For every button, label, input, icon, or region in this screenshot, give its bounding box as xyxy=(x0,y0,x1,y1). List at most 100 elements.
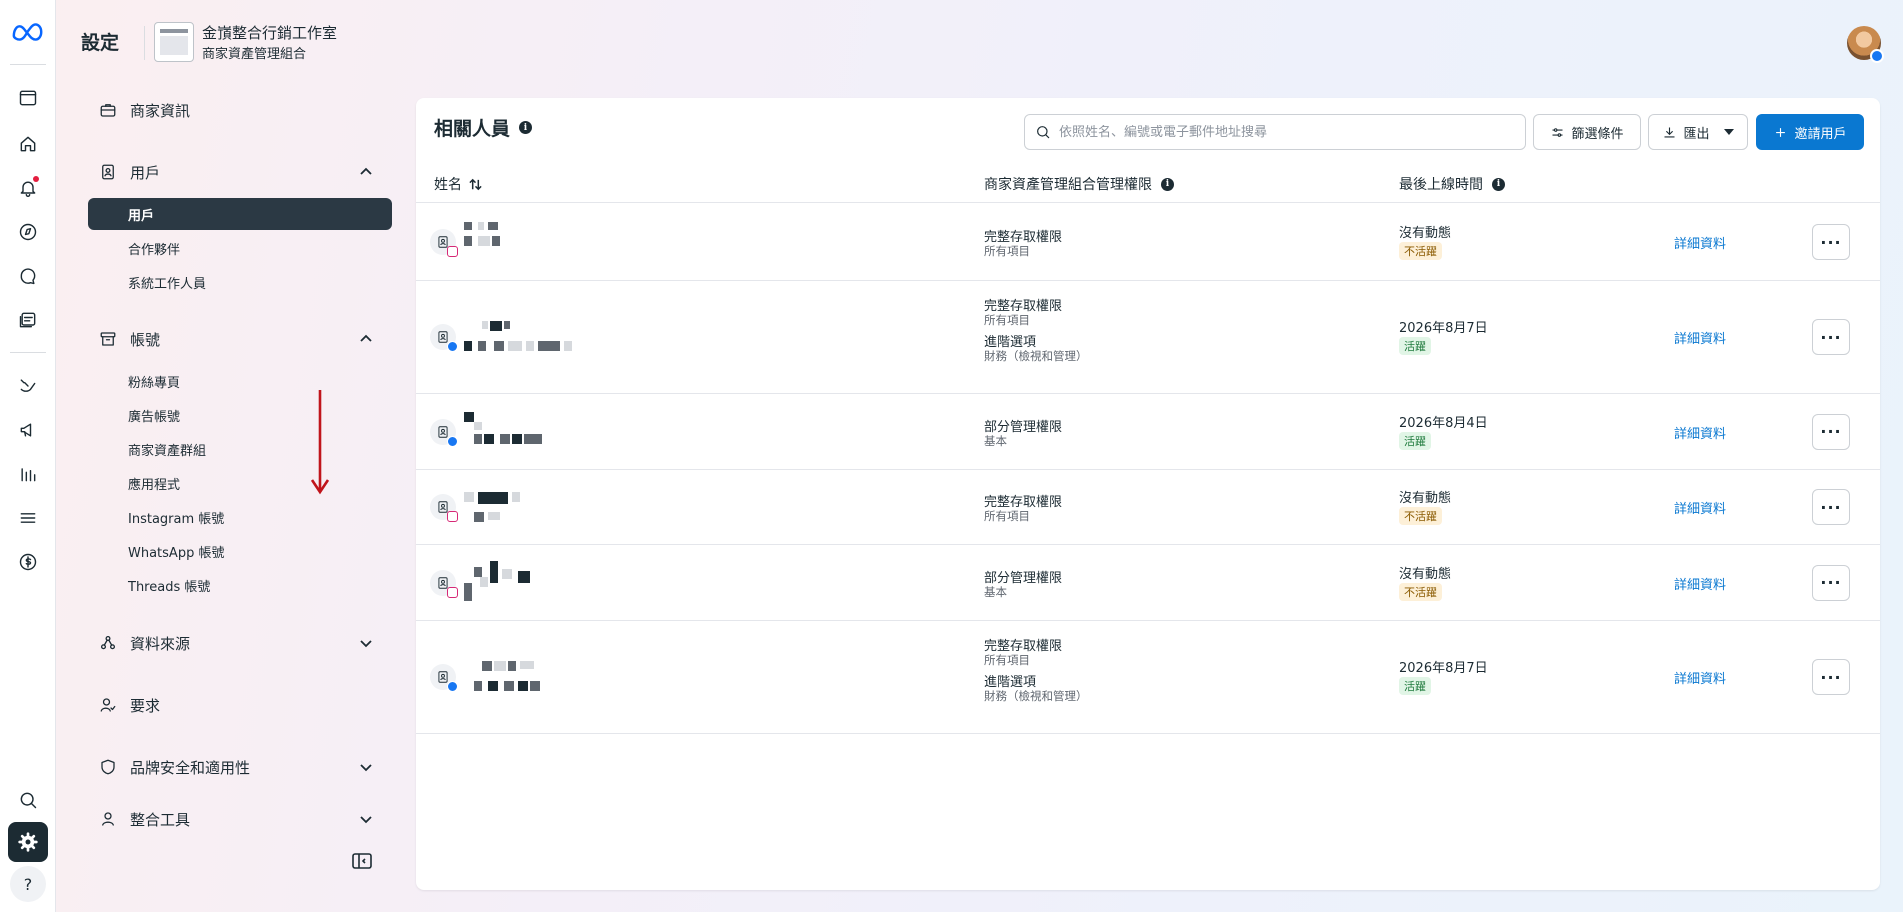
table-row[interactable]: 部分管理權限 基本 沒有動態 不活躍 詳細資料 ··· xyxy=(416,545,1880,621)
pixelated-name xyxy=(518,681,528,691)
sidebar-item-instagram[interactable]: Instagram 帳號 xyxy=(88,501,392,533)
pixelated-name xyxy=(484,434,494,444)
sidebar-item-business-info[interactable]: 商家資訊 xyxy=(88,90,392,130)
pixelated-name xyxy=(502,569,512,579)
user-avatar xyxy=(430,324,458,352)
search-icon xyxy=(1037,126,1050,139)
view-details-link[interactable]: 詳細資料 xyxy=(1674,574,1726,593)
view-details-link[interactable]: 詳細資料 xyxy=(1674,423,1726,442)
panel-title: 相關人員 i xyxy=(434,114,533,141)
sidebar-section-users[interactable]: 用戶 xyxy=(88,152,392,192)
more-options-button[interactable]: ··· xyxy=(1812,319,1850,355)
sidebar-item-asset-groups[interactable]: 商家資產群組 xyxy=(88,433,392,465)
user-avatar xyxy=(430,664,458,692)
view-details-link[interactable]: 詳細資料 xyxy=(1674,233,1726,252)
column-header-label: 商家資產管理組合管理權限 xyxy=(984,177,1152,193)
more-options-button[interactable]: ··· xyxy=(1812,413,1850,450)
content-library-icon[interactable] xyxy=(14,306,42,334)
collapse-sidebar-button[interactable] xyxy=(352,853,374,871)
sidebar-item-system-users[interactable]: 系統工作人員 xyxy=(88,266,392,298)
filter-sliders-icon xyxy=(1552,127,1563,137)
chevron-down-icon[interactable] xyxy=(358,635,374,651)
filter-button[interactable]: 篩選條件 xyxy=(1533,114,1641,150)
menu-lines-icon[interactable] xyxy=(14,504,42,532)
sidebar-item-whatsapp[interactable]: WhatsApp 帳號 xyxy=(88,535,392,567)
billing-dollar-icon[interactable] xyxy=(14,548,42,576)
help-button[interactable]: ? xyxy=(10,866,46,902)
search-input[interactable] xyxy=(1059,124,1499,140)
row-divider xyxy=(416,733,1880,734)
export-dropdown-button[interactable]: 匯出 xyxy=(1648,114,1748,150)
user-badge-icon xyxy=(98,162,118,182)
business-name[interactable]: 金嵿整合行銷工作室 xyxy=(202,22,337,43)
data-nodes-icon xyxy=(98,633,118,653)
view-details-link[interactable]: 詳細資料 xyxy=(1674,328,1726,347)
sidebar-item-ad-accounts[interactable]: 廣告帳號 xyxy=(88,399,392,431)
chat-bubble-icon[interactable] xyxy=(14,262,42,290)
pixelated-name xyxy=(504,321,510,329)
invite-user-button[interactable]: 邀請用戶 xyxy=(1756,114,1864,150)
sidebar-item-pages[interactable]: 粉絲專頁 xyxy=(88,365,392,397)
megaphone-icon[interactable] xyxy=(14,416,42,444)
sidebar-item-threads[interactable]: Threads 帳號 xyxy=(88,569,392,601)
last-seen-value: 沒有動態 xyxy=(1399,491,1452,506)
ads-manager-icon[interactable] xyxy=(14,372,42,400)
export-label: 匯出 xyxy=(1683,126,1710,142)
sidebar-section-integrations[interactable]: 整合工具 xyxy=(88,808,392,830)
meta-logo-icon[interactable] xyxy=(10,18,46,46)
sidebar-item-apps[interactable]: 應用程式 xyxy=(88,467,392,499)
person-request-icon xyxy=(98,695,118,715)
business-portfolio-thumbnail[interactable] xyxy=(154,22,194,62)
instagram-badge-icon xyxy=(447,246,458,257)
permission-scope: 基本 xyxy=(984,584,1007,599)
view-details-link[interactable]: 詳細資料 xyxy=(1674,498,1726,517)
search-box[interactable] xyxy=(1024,114,1526,150)
table-row[interactable]: 完整存取權限 所有項目 沒有動態 不活躍 詳細資料 ··· xyxy=(416,470,1880,545)
info-icon[interactable]: i xyxy=(1492,177,1505,191)
business-portfolio-icon[interactable] xyxy=(14,84,42,112)
chevron-down-icon[interactable] xyxy=(358,811,374,827)
chevron-down-icon[interactable] xyxy=(358,759,374,775)
info-icon[interactable]: i xyxy=(1161,177,1174,191)
sidebar-section-label: 帳號 xyxy=(130,330,161,349)
pixelated-name xyxy=(538,341,560,351)
home-icon[interactable] xyxy=(14,130,42,158)
table-row[interactable]: 部分管理權限 基本 2026年8月4日 活躍 詳細資料 ··· xyxy=(416,394,1880,470)
pixelated-name xyxy=(478,341,486,351)
more-options-button[interactable]: ··· xyxy=(1812,489,1850,525)
sidebar-item-users[interactable]: 用戶 xyxy=(88,198,392,230)
more-options-button[interactable]: ··· xyxy=(1812,659,1850,695)
sidebar-item-partners[interactable]: 合作夥伴 xyxy=(88,232,392,264)
sidebar-item-requests[interactable]: 要求 xyxy=(88,685,392,725)
profile-avatar[interactable] xyxy=(1847,26,1884,63)
notification-dot xyxy=(33,176,39,182)
search-icon[interactable] xyxy=(14,786,42,814)
view-details-link[interactable]: 詳細資料 xyxy=(1674,668,1726,687)
settings-gear-button[interactable] xyxy=(8,822,48,862)
pixelated-name xyxy=(478,222,484,230)
chevron-up-icon[interactable] xyxy=(358,331,374,347)
notifications-bell-icon[interactable] xyxy=(14,174,42,202)
sidebar-section-brand-safety[interactable]: 品牌安全和適用性 xyxy=(88,747,392,787)
info-icon[interactable]: i xyxy=(519,121,533,134)
more-options-button[interactable]: ··· xyxy=(1812,224,1850,260)
pixelated-name xyxy=(494,661,506,671)
shield-icon xyxy=(98,757,118,777)
column-header-name[interactable]: 姓名 xyxy=(434,174,483,194)
chevron-up-icon[interactable] xyxy=(358,164,374,180)
pixelated-name xyxy=(474,434,482,444)
red-arrow-annotation xyxy=(310,390,330,495)
insights-bars-icon[interactable] xyxy=(14,460,42,488)
sidebar-section-accounts[interactable]: 帳號 xyxy=(88,319,392,359)
facebook-badge-icon xyxy=(1870,49,1884,63)
facebook-badge-icon xyxy=(447,435,458,447)
table-row[interactable]: 完整存取權限 所有項目 沒有動態 不活躍 詳細資料 ··· xyxy=(416,204,1880,281)
sort-arrows-icon[interactable] xyxy=(468,177,483,192)
business-subtitle: 商家資產管理組合 xyxy=(202,47,307,62)
permission-scope: 所有項目 xyxy=(984,653,1030,667)
sidebar-section-data-sources[interactable]: 資料來源 xyxy=(88,623,392,663)
table-row[interactable]: 完整存取權限 所有項目 進階選項 財務（檢視和管理） 2026年8月7日 活躍 詳細資料 ··… xyxy=(416,281,1880,394)
compass-icon[interactable] xyxy=(14,218,42,246)
table-row[interactable]: 完整存取權限 所有項目 進階選項 財務（檢視和管理） 2026年8月7日 活躍 詳細資料 ··… xyxy=(416,621,1880,734)
more-options-button[interactable]: ··· xyxy=(1812,564,1850,601)
